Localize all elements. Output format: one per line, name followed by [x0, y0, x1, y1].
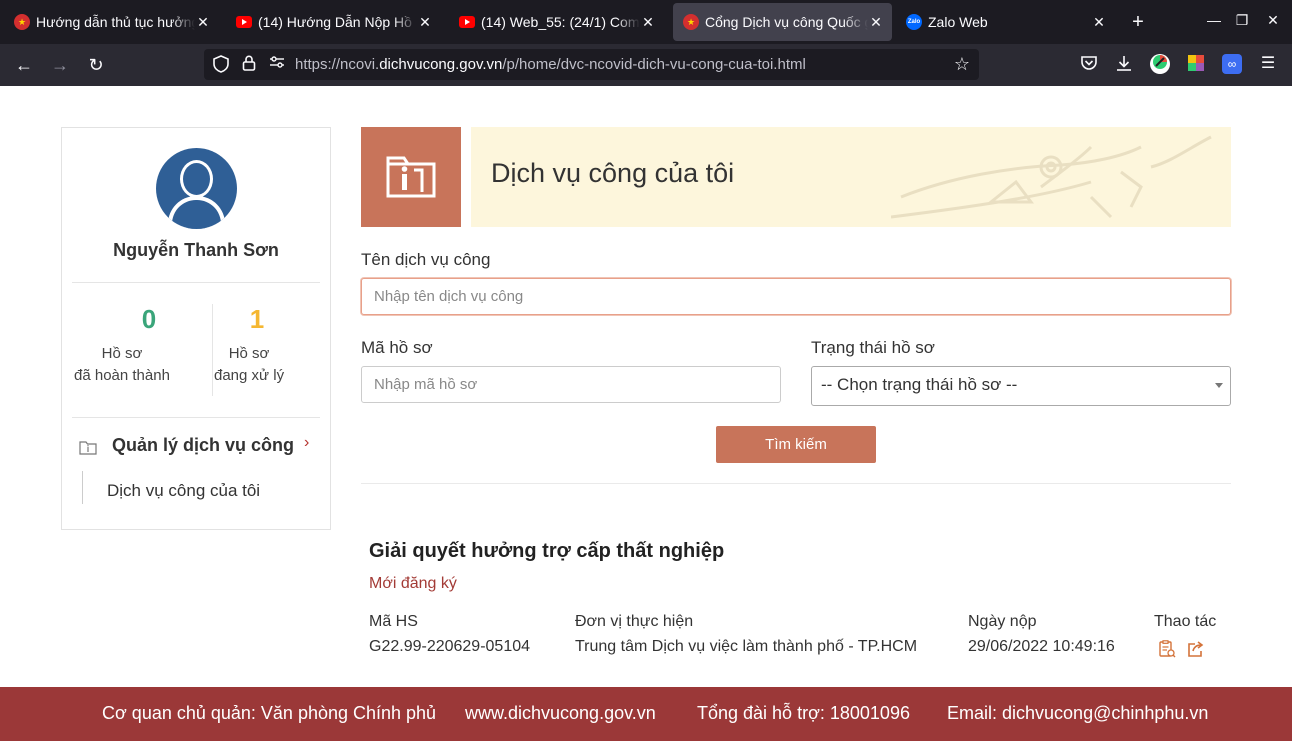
shield-icon[interactable]	[212, 55, 230, 73]
vn-emblem-icon: ★	[14, 14, 30, 30]
result-status: Mới đăng ký	[369, 575, 457, 592]
record-status-label: Trạng thái hồ sơ	[811, 338, 935, 357]
footer-website[interactable]: www.dichvucong.gov.vn	[465, 703, 656, 724]
stat-completed-value: 0	[141, 304, 157, 334]
divider	[72, 417, 320, 418]
forward-icon[interactable]: →	[48, 53, 72, 77]
user-name: Nguyễn Thanh Sơn	[113, 240, 279, 260]
stat-processing[interactable]: 1 Hồ sơ đang xử lý	[214, 304, 300, 384]
download-icon[interactable]	[1114, 54, 1134, 74]
tab-title: (14) Hướng Dẫn Nộp Hồ Sơ	[258, 14, 417, 30]
tab-title: (14) Web_55: (24/1) Coming	[481, 14, 640, 30]
tab-title: Zalo Web	[928, 14, 988, 30]
url-text[interactable]: https://ncovi.dichvucong.gov.vn/p/home/d…	[295, 56, 806, 73]
record-code-label: Mã hồ sơ	[361, 338, 433, 357]
dropdown-caret-icon	[1215, 383, 1223, 388]
footer-agency: Cơ quan chủ quản: Văn phòng Chính phủ	[102, 703, 437, 723]
cell-unit: Trung tâm Dịch vụ việc làm thành phố - T…	[575, 638, 918, 655]
col-header-date: Ngày nộp	[968, 613, 1037, 630]
tree-connector	[82, 471, 83, 504]
extension-link-icon[interactable]: ∞	[1222, 54, 1242, 74]
avatar-head-inner	[183, 163, 210, 195]
user-sidebar: Nguyễn Thanh Sơn 0 Hồ sơ đã hoàn thành 1 …	[61, 127, 331, 530]
divider	[72, 282, 320, 283]
cell-code: G22.99-220629-05104	[369, 638, 531, 655]
chevron-right-icon[interactable]: ›	[304, 434, 309, 452]
stat-completed[interactable]: 0 Hồ sơ đã hoàn thành	[74, 304, 224, 384]
extension-grid-icon[interactable]	[1186, 54, 1206, 74]
stat-divider	[212, 304, 213, 396]
select-value: -- Chọn trạng thái hồ sơ --	[821, 375, 1018, 394]
col-header-unit: Đơn vị thực hiện	[575, 613, 694, 630]
stat-label-line: Hồ sơ	[101, 345, 143, 362]
cell-date: 29/06/2022 10:49:16	[968, 638, 1115, 655]
close-icon[interactable]: ✕	[1091, 14, 1107, 31]
address-bar[interactable]: https://ncovi.dichvucong.gov.vn/p/home/d…	[204, 49, 979, 80]
reload-icon[interactable]: ↻	[84, 53, 108, 77]
search-button[interactable]: Tìm kiếm	[716, 426, 876, 463]
permissions-icon[interactable]	[268, 55, 286, 73]
url-path: /p/home/dvc-ncovid-dich-vu-cong-cua-toi.…	[502, 56, 806, 73]
browser-tab-bar: ★ Hướng dẫn thủ tục hưởng ✕ (14) Hướng D…	[0, 0, 1292, 44]
new-tab-icon[interactable]: +	[1126, 10, 1150, 34]
extension-color-icon[interactable]	[1150, 54, 1170, 74]
browser-tab[interactable]: Zalo Zalo Web ✕	[896, 3, 1115, 41]
col-header-actions: Thao tác	[1154, 613, 1217, 630]
youtube-icon	[459, 16, 475, 28]
menu-my-services[interactable]: Dịch vụ công của tôi	[107, 481, 260, 501]
browser-tab-active[interactable]: ★ Cổng Dịch vụ công Quốc gia ✕	[673, 3, 892, 41]
record-status-select[interactable]: -- Chọn trạng thái hồ sơ --	[811, 366, 1231, 406]
folder-info-icon	[386, 156, 436, 198]
browser-tab[interactable]: ★ Hướng dẫn thủ tục hưởng ✕	[4, 3, 219, 41]
col-header-code: Mã HS	[369, 613, 418, 630]
url-prefix: https://ncovi.	[295, 56, 380, 73]
youtube-icon	[236, 16, 252, 28]
avatar	[156, 148, 237, 229]
restore-icon[interactable]: ❐	[1232, 12, 1252, 29]
page-banner: Dịch vụ công của tôi	[471, 127, 1231, 227]
share-export-icon[interactable]	[1187, 640, 1205, 658]
footer-hotline: Tổng đài hỗ trợ: 18001096	[697, 703, 910, 723]
back-icon[interactable]: ←	[12, 53, 36, 77]
tab-title: Hướng dẫn thủ tục hưởng	[36, 14, 195, 30]
site-footer: Cơ quan chủ quản: Văn phòng Chính phủ ww…	[0, 687, 1292, 741]
stat-label-line: đã hoàn thành	[74, 367, 170, 384]
bookmark-star-icon[interactable]: ☆	[953, 55, 971, 73]
menu-manage-services[interactable]: Quản lý dịch vụ công	[112, 435, 294, 456]
zalo-icon: Zalo	[906, 14, 922, 30]
banner-icon-box	[361, 127, 461, 227]
stat-completed-label: Hồ sơ đã hoàn thành	[74, 343, 170, 387]
lock-icon[interactable]	[240, 55, 258, 73]
vn-emblem-icon: ★	[683, 14, 699, 30]
close-icon[interactable]: ✕	[868, 14, 884, 31]
browser-tab[interactable]: (14) Web_55: (24/1) Coming ✕	[449, 3, 664, 41]
close-window-icon[interactable]: ✕	[1263, 12, 1283, 29]
minimize-icon[interactable]: —	[1204, 12, 1224, 28]
service-name-input[interactable]	[361, 278, 1231, 315]
close-icon[interactable]: ✕	[195, 14, 211, 31]
pocket-icon[interactable]	[1079, 54, 1099, 74]
page-title: Dịch vụ công của tôi	[491, 158, 735, 188]
footer-email[interactable]: Email: dichvucong@chinhphu.vn	[947, 703, 1208, 724]
stat-processing-value: 1	[249, 304, 265, 334]
browser-tab[interactable]: (14) Hướng Dẫn Nộp Hồ Sơ ✕	[226, 3, 441, 41]
close-icon[interactable]: ✕	[640, 14, 656, 31]
folder-info-icon	[79, 439, 97, 455]
menu-icon[interactable]: ☰	[1258, 54, 1278, 74]
tab-title: Cổng Dịch vụ công Quốc gia	[705, 14, 868, 30]
close-icon[interactable]: ✕	[417, 14, 433, 31]
url-domain: dichvucong.gov.vn	[379, 56, 503, 73]
stat-processing-label: Hồ sơ đang xử lý	[214, 343, 284, 387]
service-name-label: Tên dịch vụ công	[361, 250, 491, 269]
stat-label-line: đang xử lý	[214, 367, 285, 384]
bird-pattern-decoration	[891, 135, 1212, 219]
stat-label-line: Hồ sơ	[228, 345, 270, 362]
view-document-icon[interactable]	[1158, 640, 1176, 658]
result-service-title[interactable]: Giải quyết hưởng trợ cấp thất nghiệp	[369, 540, 724, 563]
record-code-input[interactable]	[361, 366, 781, 403]
divider	[361, 483, 1231, 484]
